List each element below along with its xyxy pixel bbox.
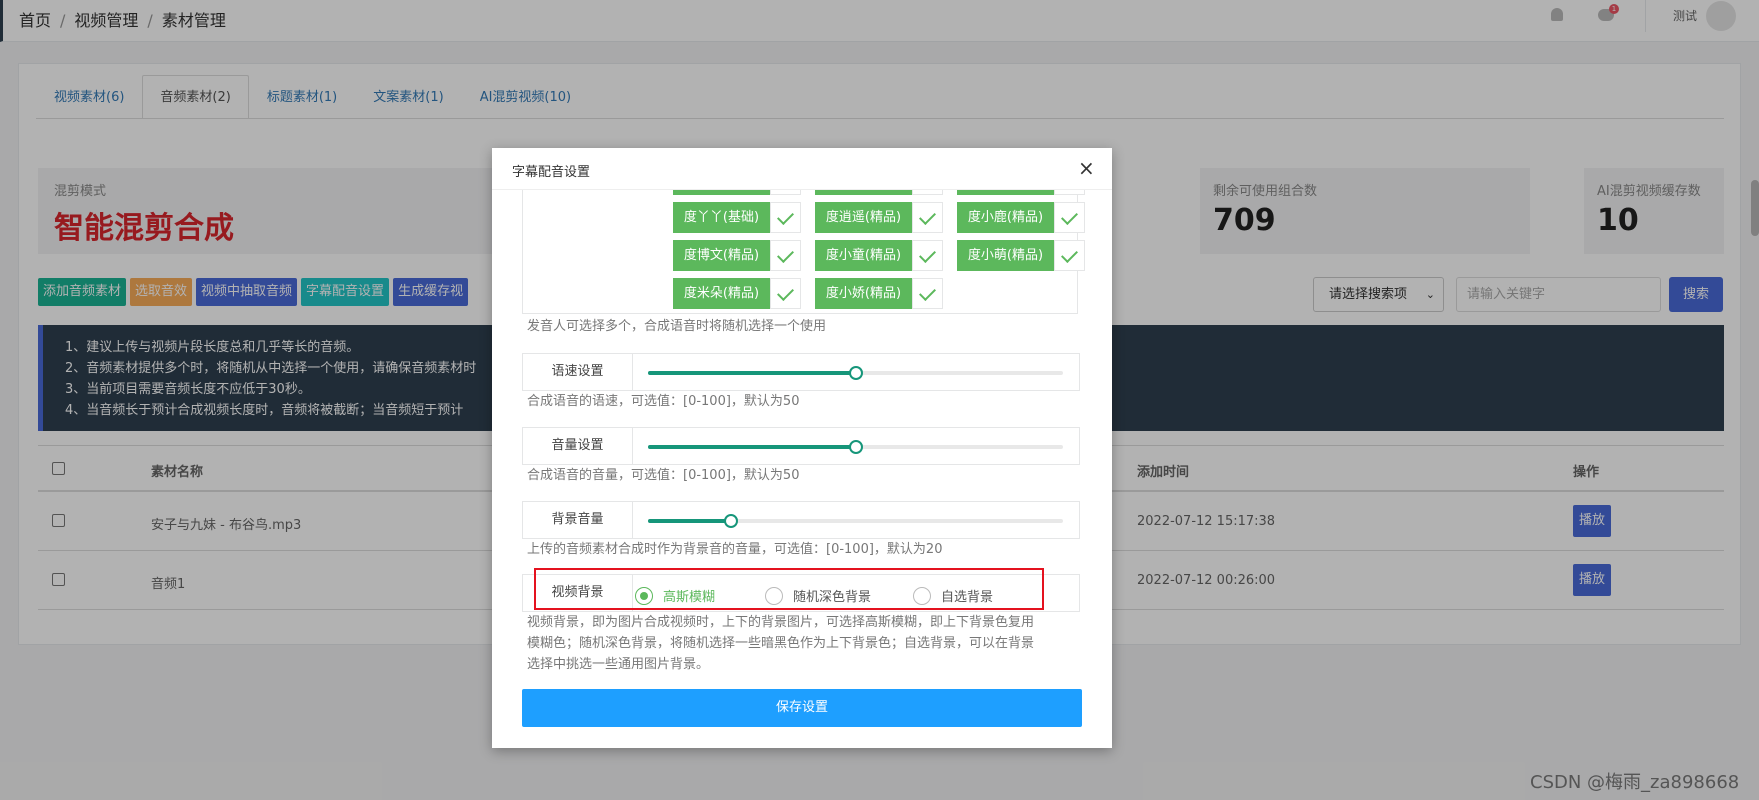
bg-volume-fill [648, 519, 731, 523]
save-settings-button[interactable]: 保存设置 [522, 689, 1082, 727]
bg-volume-handle[interactable] [724, 514, 738, 528]
volume-fill [648, 445, 856, 449]
volume-help: 合成语音的音量，可选值：[0-100]，默认为50 [527, 468, 800, 483]
speaker-option[interactable]: 度小萌(精品) [957, 240, 1085, 271]
speaker-name: 度逍遥(精品) [815, 202, 912, 233]
speaker-name: 度丫丫(基础) [673, 202, 770, 233]
volume-label: 音量设置 [523, 428, 633, 464]
speaker-option[interactable]: 度逍遥(精品) [815, 202, 943, 233]
bg-volume-help: 上传的音频素材合成时作为背景音的音量，可选值：[0-100]，默认为20 [527, 542, 943, 557]
speed-fill [648, 371, 856, 375]
volume-row: 音量设置 [522, 427, 1080, 465]
check-icon [1054, 240, 1085, 271]
speaker-name: 度米朵(精品) [673, 278, 770, 309]
speaker-name: 度小鹿(精品) [957, 202, 1054, 233]
speaker-option[interactable]: 度丫丫(基础) [673, 202, 801, 233]
close-icon[interactable]: × [1078, 156, 1095, 180]
bg-volume-slider[interactable] [648, 514, 1063, 528]
speaker-option[interactable]: 度小童(精品) [815, 240, 943, 271]
check-icon [770, 278, 801, 309]
speed-slider[interactable] [648, 366, 1063, 380]
speaker-box: 度丫丫(基础) 度逍遥(精品) 度小鹿(精品) 度博文(精品) 度小童(精品) … [522, 164, 1085, 314]
speaker-name: 度博文(精品) [673, 240, 770, 271]
dialog-body: 度丫丫(基础) 度逍遥(精品) 度小鹿(精品) 度博文(精品) 度小童(精品) … [492, 164, 1112, 748]
bg-help-line: 选择中挑选一些通用图片背景。 [527, 657, 710, 672]
volume-handle[interactable] [848, 440, 863, 454]
speaker-name: 度小童(精品) [815, 240, 912, 271]
speaker-option[interactable]: 度小鹿(精品) [957, 202, 1085, 233]
speaker-name: 度小萌(精品) [957, 240, 1054, 271]
check-icon [912, 278, 943, 309]
watermark: CSDN @梅雨_za898668 [1530, 772, 1740, 793]
speed-help: 合成语音的语速，可选值：[0-100]，默认为50 [527, 394, 800, 409]
highlight-box [534, 568, 1044, 610]
speed-label: 语速设置 [523, 354, 633, 390]
speaker-option[interactable]: 度小娇(精品) [815, 278, 943, 309]
bg-volume-label: 背景音量 [523, 502, 633, 538]
bg-volume-row: 背景音量 [522, 501, 1080, 539]
speakers-help: 发音人可选择多个，合成语音时将随机选择一个使用 [527, 319, 827, 334]
bg-help: 视频背景，即为图片合成视频时，上下的背景图片，可选择高斯模糊，即上下背景色复用 … [527, 612, 1034, 675]
speaker-option[interactable]: 度米朵(精品) [673, 278, 801, 309]
check-icon [770, 202, 801, 233]
check-icon [912, 202, 943, 233]
dialog-header: 字幕配音设置 × [492, 148, 1112, 190]
bg-help-line: 模糊色；随机深色背景，将随机选择一些暗黑色作为上下背景色；自选背景，可以在背景 [527, 636, 1035, 651]
dialog-title: 字幕配音设置 [512, 165, 591, 180]
check-icon [912, 240, 943, 271]
subtitle-voice-dialog: 字幕配音设置 × 度丫丫(基础) 度逍遥(精品) 度小鹿(精品) 度博文(精品)… [492, 148, 1112, 748]
speed-row: 语速设置 [522, 353, 1080, 391]
volume-slider[interactable] [648, 440, 1063, 454]
bg-help-line: 视频背景，即为图片合成视频时，上下的背景图片，可选择高斯模糊，即上下背景色复用 [527, 615, 1035, 630]
check-icon [1054, 202, 1085, 233]
speaker-option[interactable]: 度博文(精品) [673, 240, 801, 271]
speed-handle[interactable] [848, 366, 863, 380]
check-icon [770, 240, 801, 271]
speaker-name: 度小娇(精品) [815, 278, 912, 309]
